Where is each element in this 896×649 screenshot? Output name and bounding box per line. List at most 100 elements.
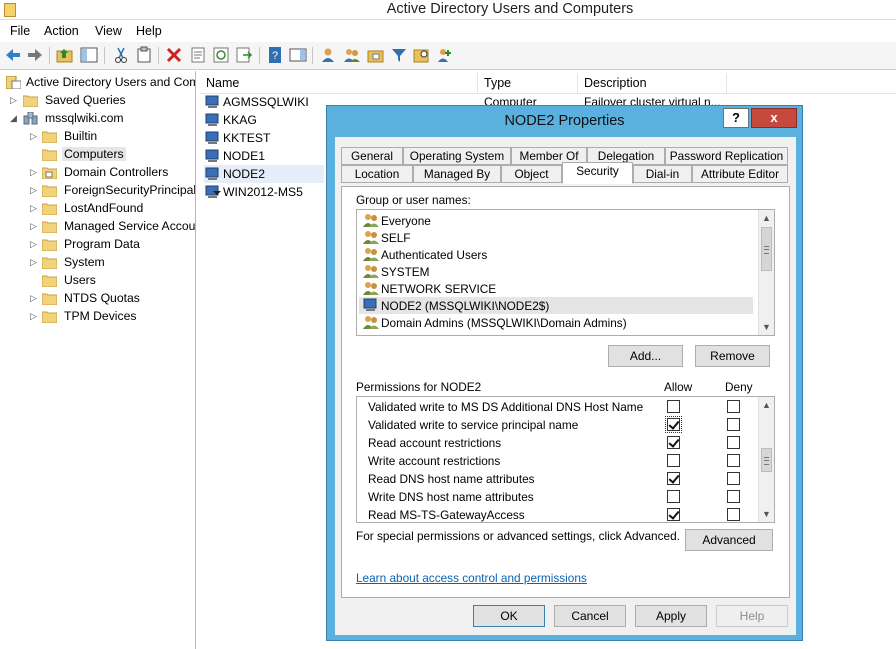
add-button[interactable]: Add... — [608, 345, 683, 367]
list-item[interactable]: KKTEST — [204, 129, 324, 147]
menu-help[interactable]: Help — [136, 24, 162, 38]
ou-folder-icon — [42, 166, 57, 179]
expand-arrow-icon[interactable]: ▷ — [30, 203, 38, 213]
find-icon[interactable] — [413, 46, 431, 64]
console-tree-icon[interactable] — [80, 46, 98, 64]
forward-arrow-icon[interactable] — [26, 46, 44, 64]
allow-checkbox[interactable] — [667, 508, 680, 521]
permission-row: Write DNS host name attributes — [357, 488, 757, 506]
refresh-icon[interactable] — [212, 46, 230, 64]
column-header-name[interactable]: Name — [200, 73, 478, 94]
permission-row: Read MS-TS-GatewayAccess — [357, 506, 757, 522]
learn-more-link[interactable]: Learn about access control and permissio… — [356, 571, 587, 585]
menu-bar: File Action View Help — [0, 21, 896, 41]
export-list-icon[interactable] — [235, 46, 253, 64]
scroll-thumb[interactable] — [761, 227, 772, 271]
allow-checkbox[interactable] — [667, 490, 680, 503]
group-list-scrollbar[interactable]: ▲ ▼ — [758, 210, 774, 335]
tab-object[interactable]: Object — [501, 165, 562, 183]
users-group-icon — [363, 281, 379, 298]
dialog-body: General Operating System Member Of Deleg… — [335, 137, 796, 635]
new-group-icon[interactable] — [343, 46, 361, 64]
up-folder-icon[interactable] — [56, 46, 74, 64]
deny-checkbox[interactable] — [727, 400, 740, 413]
expand-arrow-icon[interactable]: ▷ — [30, 257, 38, 267]
scroll-up-icon[interactable]: ▲ — [759, 210, 774, 226]
collapse-arrow-icon[interactable]: ◢ — [10, 113, 18, 123]
new-ou-icon[interactable] — [367, 46, 385, 64]
tab-location[interactable]: Location — [341, 165, 413, 183]
expand-arrow-icon[interactable]: ▷ — [30, 221, 38, 231]
tab-general[interactable]: General — [341, 147, 403, 165]
delete-icon[interactable] — [165, 46, 183, 64]
permissions-scrollbar[interactable]: ▲ ▼ — [758, 397, 774, 522]
expand-arrow-icon[interactable]: ▷ — [10, 95, 18, 105]
list-item[interactable]: WIN2012-MS5 — [204, 183, 324, 201]
column-header-description[interactable]: Description — [578, 73, 727, 94]
expand-arrow-icon[interactable]: ▷ — [30, 239, 38, 249]
scroll-up-icon[interactable]: ▲ — [759, 397, 774, 413]
list-item[interactable]: NODE2 — [204, 165, 324, 183]
allow-checkbox[interactable] — [667, 472, 680, 485]
list-item[interactable]: KKAG — [204, 111, 324, 129]
allow-checkbox[interactable] — [665, 416, 682, 433]
expand-arrow-icon[interactable]: ▷ — [30, 131, 38, 141]
show-pane-icon[interactable] — [289, 46, 307, 64]
deny-checkbox[interactable] — [727, 454, 740, 467]
deny-checkbox[interactable] — [727, 418, 740, 431]
tab-attribute-editor[interactable]: Attribute Editor — [692, 165, 788, 183]
new-user-icon[interactable] — [319, 46, 337, 64]
list-item[interactable]: Domain Admins (MSSQLWIKI\Domain Admins) — [359, 314, 753, 331]
tab-password-replication[interactable]: Password Replication — [665, 147, 788, 165]
deny-checkbox[interactable] — [727, 508, 740, 521]
back-arrow-icon[interactable] — [4, 46, 22, 64]
deny-checkbox[interactable] — [727, 472, 740, 485]
apply-button[interactable]: Apply — [635, 605, 707, 627]
menu-action[interactable]: Action — [44, 24, 79, 38]
column-header: Name Type Description — [200, 73, 896, 94]
expand-arrow-icon[interactable]: ▷ — [30, 311, 38, 321]
close-icon[interactable]: x — [751, 108, 797, 128]
list-item[interactable]: Everyone — [359, 212, 753, 229]
expand-arrow-icon[interactable]: ▷ — [30, 185, 38, 195]
scroll-down-icon[interactable]: ▼ — [759, 506, 774, 522]
help-book-icon[interactable]: ? — [266, 46, 284, 64]
allow-checkbox[interactable] — [667, 400, 680, 413]
menu-view[interactable]: View — [95, 24, 122, 38]
tab-security[interactable]: Security — [562, 162, 633, 184]
remove-button[interactable]: Remove — [695, 345, 770, 367]
scroll-thumb[interactable] — [761, 448, 772, 472]
tab-operating-system[interactable]: Operating System — [403, 147, 511, 165]
allow-checkbox[interactable] — [667, 436, 680, 449]
add-to-group-icon[interactable] — [436, 46, 454, 64]
list-item[interactable]: NODE2 (MSSQLWIKI\NODE2$) — [359, 297, 753, 314]
list-item[interactable]: SYSTEM — [359, 263, 753, 280]
help-button[interactable]: Help — [716, 605, 788, 627]
help-icon[interactable]: ? — [723, 108, 749, 128]
list-item[interactable]: NETWORK SERVICE — [359, 280, 753, 297]
scroll-down-icon[interactable]: ▼ — [759, 319, 774, 335]
properties-icon[interactable] — [189, 46, 207, 64]
cut-icon[interactable] — [112, 46, 130, 64]
tab-dial-in[interactable]: Dial-in — [633, 165, 692, 183]
permissions-list[interactable]: Validated write to MS DS Additional DNS … — [356, 396, 775, 523]
deny-checkbox[interactable] — [727, 490, 740, 503]
tab-managed-by[interactable]: Managed By — [413, 165, 501, 183]
deny-checkbox[interactable] — [727, 436, 740, 449]
advanced-button[interactable]: Advanced — [685, 529, 773, 551]
group-list[interactable]: Everyone SELF Authenticated Users SYSTEM… — [356, 209, 775, 336]
list-item[interactable]: NODE1 — [204, 147, 324, 165]
filter-icon[interactable] — [390, 46, 408, 64]
list-item[interactable]: SELF — [359, 229, 753, 246]
permission-row: Read DNS host name attributes — [357, 470, 757, 488]
menu-file[interactable]: File — [10, 24, 30, 38]
cancel-button[interactable]: Cancel — [554, 605, 626, 627]
column-header-type[interactable]: Type — [478, 73, 578, 94]
clipboard-icon[interactable] — [135, 46, 153, 64]
list-item[interactable]: Authenticated Users — [359, 246, 753, 263]
allow-checkbox[interactable] — [667, 454, 680, 467]
list-item[interactable]: AGMSSQLWIKI — [204, 93, 324, 111]
expand-arrow-icon[interactable]: ▷ — [30, 167, 38, 177]
ok-button[interactable]: OK — [473, 605, 545, 627]
expand-arrow-icon[interactable]: ▷ — [30, 293, 38, 303]
